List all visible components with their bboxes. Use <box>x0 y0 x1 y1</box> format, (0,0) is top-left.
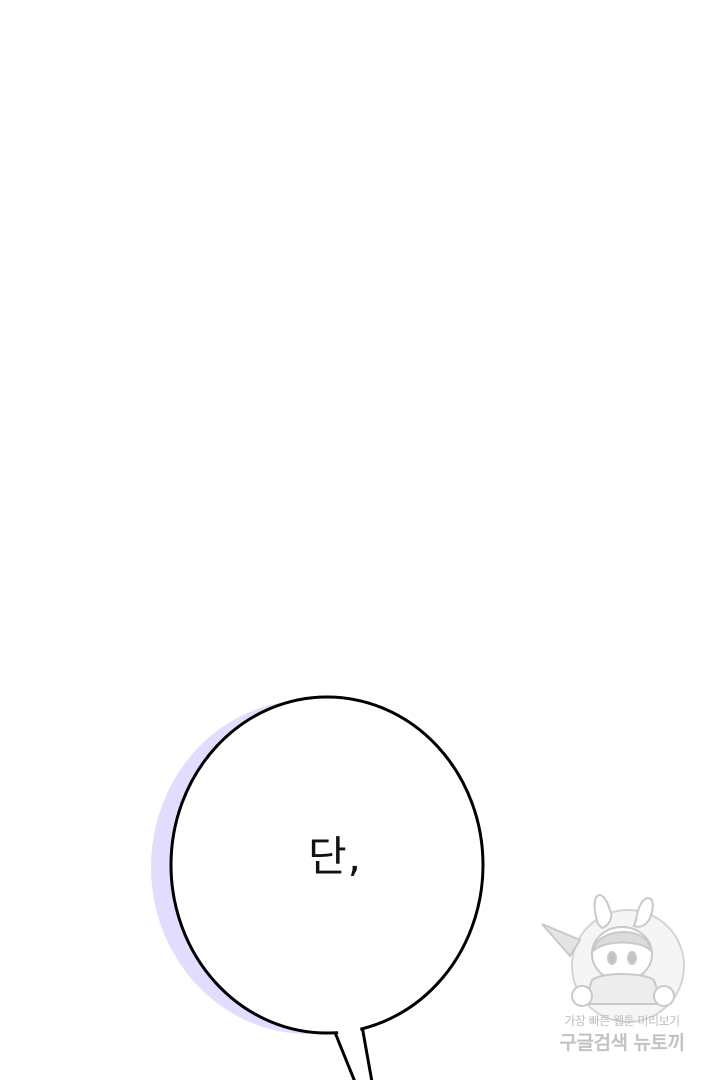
bunny-girl-mascot-icon <box>541 894 685 1023</box>
watermark: 가장 빠른 웹툰 미리보기 구글검색 뉴토끼 <box>536 884 706 1054</box>
watermark-tagline: 가장 빠른 웹툰 미리보기 <box>564 1014 680 1028</box>
dialogue-text: 단, <box>308 832 362 881</box>
watermark-site-name: 구글검색 뉴토끼 <box>559 1032 685 1054</box>
comic-panel: 단, 가장 빠른 웹툰 미리보기 구글검색 뉴토끼 <box>0 0 720 1080</box>
